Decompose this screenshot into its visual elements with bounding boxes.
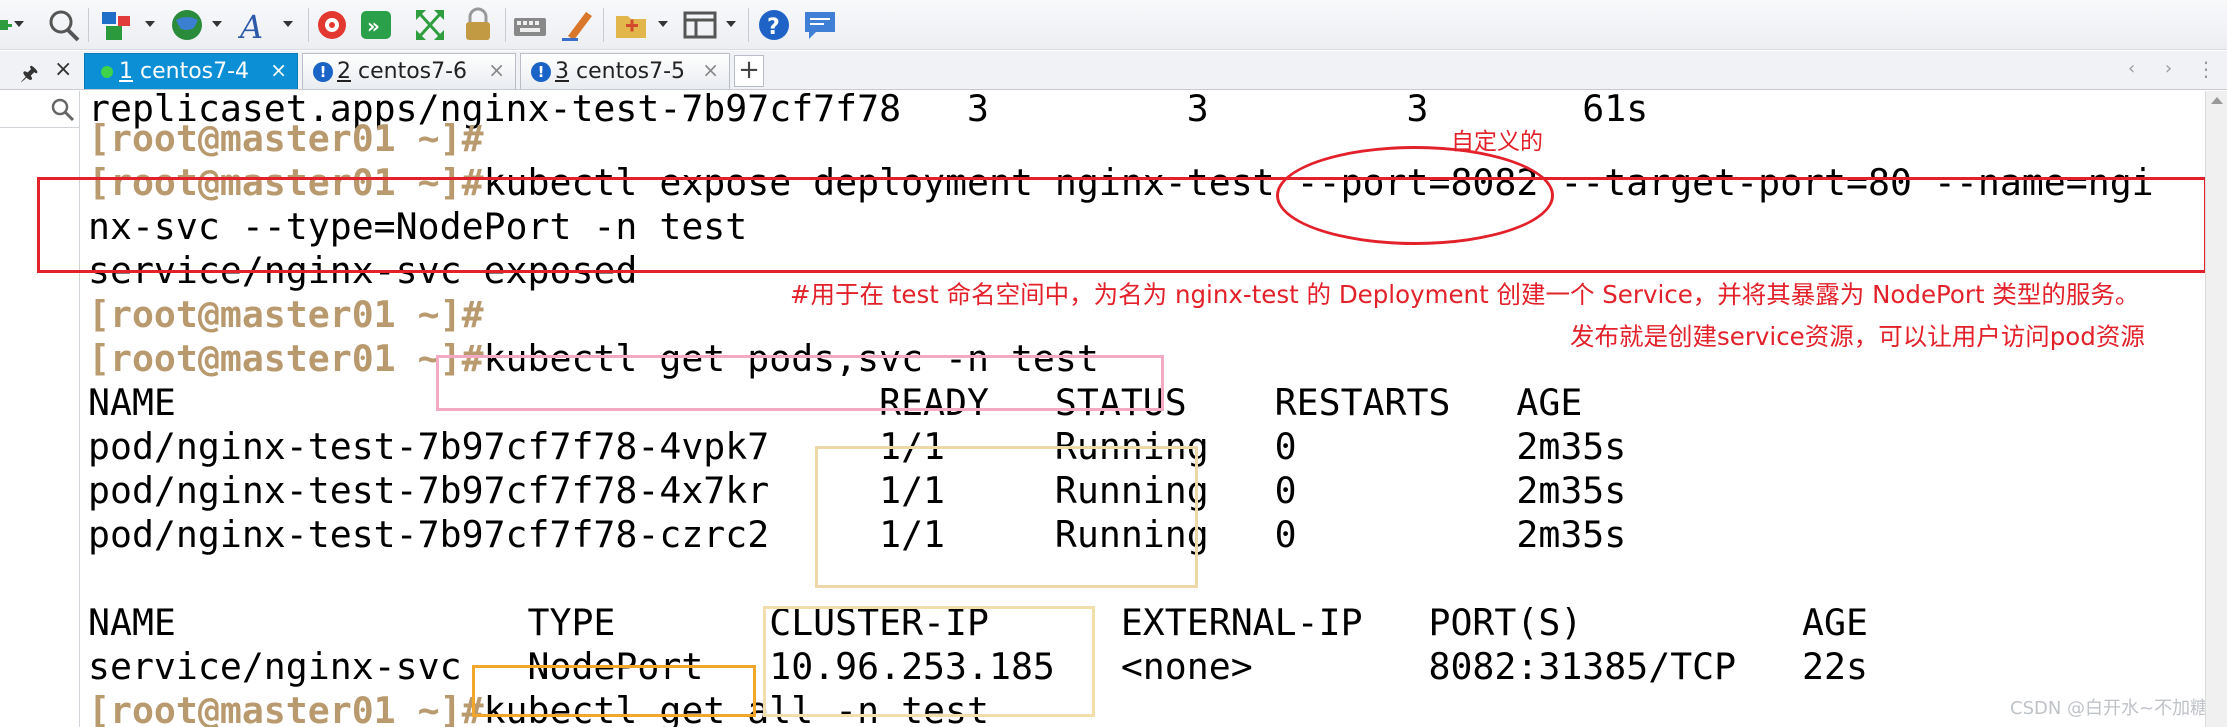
tab-centos7-4[interactable]: 1 centos7-4 × [84, 53, 298, 89]
annotation-box-expose [37, 177, 2207, 273]
font-icon[interactable]: A [238, 6, 274, 44]
annotation-description: #用于在 test 命名空间中，为名为 nginx-test 的 Deploym… [790, 280, 2140, 309]
divider [0, 127, 80, 128]
annotation-box-nodeport [472, 665, 756, 717]
new-session-icon[interactable] [0, 6, 14, 44]
tab-label: 2 centos7-6 [337, 59, 468, 84]
chevron-down-icon[interactable] [145, 21, 155, 27]
xshell-icon[interactable]: » [358, 6, 394, 44]
tab-bar: 🖈 × 1 centos7-4 × ! 2 centos7-6 × ! 3 ce… [0, 51, 2227, 90]
close-icon[interactable]: × [270, 58, 287, 82]
tab-centos7-5[interactable]: ! 3 centos7-5 × [520, 53, 730, 89]
chevron-down-icon[interactable] [212, 21, 222, 27]
xftp-icon[interactable] [314, 6, 350, 44]
find-icon[interactable] [46, 6, 82, 44]
chevron-down-icon[interactable] [14, 21, 24, 27]
annotation-description: 发布就是创建service资源，可以让用户访问pod资源 [1570, 322, 2145, 351]
help-icon[interactable]: ? [756, 6, 792, 44]
annotation-box-cluster-ip [763, 606, 1095, 717]
new-tab-button[interactable]: + [734, 55, 764, 87]
session-manager-icon[interactable] [100, 6, 136, 44]
chevron-down-icon[interactable] [283, 21, 293, 27]
layout-icon[interactable] [682, 6, 718, 44]
pin-icon[interactable]: 🖈 [20, 59, 39, 93]
warning-icon: ! [313, 62, 333, 82]
annotation-box-get-pods [436, 355, 1164, 411]
toolbar-divider [88, 8, 89, 42]
watermark: CSDN @白开水~不加糖 [2010, 698, 2209, 719]
toolbar-divider [603, 8, 604, 42]
annotation-box-ready-status [815, 446, 1198, 588]
svg-text:?: ? [767, 15, 780, 40]
annotation-oval-port [1276, 146, 1554, 245]
connected-status-icon [101, 66, 113, 78]
chevron-down-icon[interactable] [726, 21, 736, 27]
close-icon[interactable]: × [702, 58, 719, 82]
annotation-custom-label: 自定义的 [1451, 129, 1543, 155]
chat-icon[interactable] [802, 6, 838, 44]
toolbar-divider [505, 8, 506, 42]
vertical-scrollbar[interactable] [2205, 91, 2227, 727]
svg-text:»: » [367, 14, 380, 38]
keyboard-icon[interactable] [512, 6, 548, 44]
folder-icon[interactable] [614, 6, 650, 44]
chevron-down-icon[interactable] [658, 21, 668, 27]
warning-icon: ! [531, 62, 551, 82]
tab-scroll-arrows[interactable]: ‹ › [2128, 58, 2184, 79]
toolbar: A » ? [0, 0, 2227, 50]
terminal-line: [root@master01 ~]# [88, 117, 484, 160]
tab-menu-icon[interactable]: ⋮ [2196, 57, 2216, 81]
search-icon[interactable] [50, 97, 76, 127]
svg-text:A: A [238, 8, 263, 44]
globe-icon[interactable] [170, 6, 206, 44]
tab-label: 3 centos7-5 [555, 59, 686, 84]
terminal-line: [root@master01 ~]# [88, 293, 484, 336]
scroll-up-icon[interactable] [2211, 97, 2223, 104]
lock-icon[interactable] [460, 6, 496, 44]
highlight-icon[interactable] [560, 6, 596, 44]
fullscreen-icon[interactable] [412, 6, 448, 44]
toolbar-divider [308, 8, 309, 42]
close-icon[interactable]: × [488, 58, 505, 82]
close-icon[interactable]: × [54, 57, 72, 82]
tab-centos7-6[interactable]: ! 2 centos7-6 × [302, 53, 516, 89]
tab-label: 1 centos7-4 [119, 59, 250, 84]
toolbar-divider [748, 8, 749, 42]
